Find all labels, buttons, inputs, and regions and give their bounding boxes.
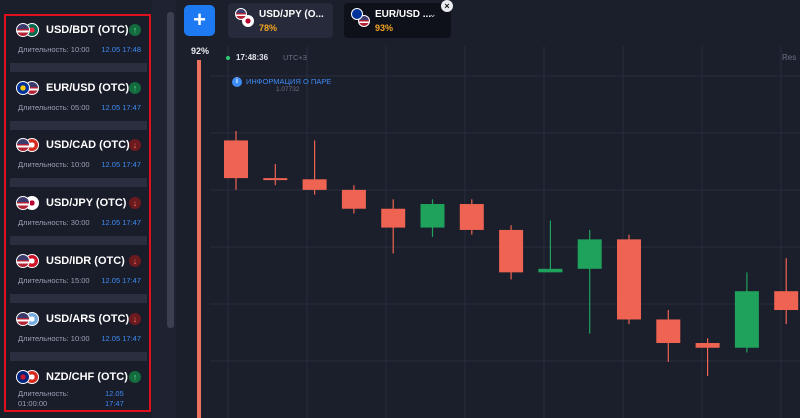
arrow-down-icon: ↓: [129, 139, 141, 151]
pair-flags-icon: [235, 8, 255, 28]
scrollbar-thumb[interactable]: [167, 12, 174, 328]
trade-duration: Длительность: 10:00: [18, 160, 90, 169]
chevron-down-icon[interactable]: ⌄: [429, 9, 437, 20]
trading-screen: USD/BDT (OTC) ↑ Длительность: 10:00 12.05 1…: [0, 0, 800, 418]
trade-pair-label: USD/CAD (OTC): [46, 139, 130, 151]
trade-pair-label: USD/ARS (OTC): [46, 313, 130, 325]
trade-duration: Длительность: 05:00: [18, 103, 90, 112]
trade-time: 12.05 17:47: [101, 218, 141, 227]
candle-body: [341, 189, 366, 209]
trade-card[interactable]: EUR/USD (OTC) ↑ Длительность: 05:00 12.05 1…: [10, 76, 147, 122]
pair-flags-icon: [16, 370, 40, 384]
arrow-down-icon: ↓: [129, 255, 141, 267]
chart-timezone: UTC+3: [283, 53, 307, 62]
flag-icon: [16, 254, 30, 268]
candle-body: [774, 291, 799, 311]
trade-card[interactable]: NZD/CHF (OTC) ↑ Длительность: 01:00:00 12.05…: [10, 365, 147, 410]
trade-duration: Длительность: 10:00: [18, 334, 90, 343]
trade-clock: 17:47: [105, 399, 124, 408]
info-icon[interactable]: i: [232, 77, 242, 87]
trade-card[interactable]: USD/JPY (OTC) ↓ Длительность: 30:00 12.05 1…: [10, 191, 147, 237]
trade-separator: [10, 121, 147, 130]
candle-body: [459, 204, 484, 230]
trade-card[interactable]: USD/ARS (OTC) ↓ Длительность: 10:00 12.05 1…: [10, 307, 147, 353]
arrow-up-icon: ↑: [129, 82, 141, 94]
payout-percent: 92%: [191, 46, 210, 56]
candle-body: [577, 239, 602, 269]
trade-time: 12.05 17:47: [101, 103, 141, 112]
trade-time: 12.05 17:48: [101, 45, 141, 54]
add-chart-button[interactable]: +: [184, 5, 215, 36]
trade-time: 12.05 17:47: [101, 334, 141, 343]
flag-icon: [16, 312, 30, 326]
trade-duration-value: 01:00:00: [18, 399, 48, 408]
chart-time: 17:48:36: [236, 53, 269, 62]
candle-body: [224, 140, 248, 179]
trade-card[interactable]: USD/BDT (OTC) ↑ Длительность: 10:00 12.05 1…: [10, 18, 147, 64]
tab-payout: 78%: [259, 23, 278, 33]
flag-icon: [16, 370, 30, 384]
arrow-up-icon: ↑: [129, 24, 141, 36]
trade-pair-label: USD/JPY (OTC): [46, 197, 127, 209]
trade-duration: Длительность: 30:00: [18, 218, 90, 227]
live-dot-icon: [226, 56, 230, 60]
pair-flags-icon: [16, 81, 40, 95]
candle-body: [656, 319, 681, 344]
candlestick-chart[interactable]: [210, 46, 800, 418]
trade-time: 12.05 17:47: [105, 389, 124, 409]
candle-body: [695, 343, 720, 348]
flag-icon: [16, 23, 30, 37]
open-trades-panel: USD/BDT (OTC) ↑ Длительность: 10:00 12.05 1…: [4, 14, 151, 412]
trade-time: 12.05 17:47: [101, 160, 141, 169]
trade-separator: [10, 178, 147, 187]
trade-separator: [10, 63, 147, 72]
trade-pair-label: USD/BDT (OTC): [46, 24, 129, 36]
trade-separator: [10, 352, 147, 361]
flag-icon: [16, 196, 30, 210]
tab-eur-usd[interactable]: EUR/USD ... 93% ⌄: [344, 3, 451, 38]
trade-time: 12.05 17:47: [101, 276, 141, 285]
pair-flags-icon: [16, 23, 40, 37]
trade-separator: [10, 236, 147, 245]
pair-flags-icon: [16, 138, 40, 152]
candle-body: [617, 239, 641, 320]
pair-info-link[interactable]: ИНФОРМАЦИЯ О ПАРЕ: [246, 77, 331, 86]
candle-body: [538, 268, 563, 273]
trade-card[interactable]: USD/CAD (OTC) ↓ Длительность: 10:00 12.05 1…: [10, 133, 147, 179]
arrow-down-icon: ↓: [129, 313, 141, 325]
chart-price: 1.07732: [276, 86, 300, 93]
trade-pair-label: USD/IDR (OTC): [46, 255, 125, 267]
candle-body: [381, 208, 406, 228]
trade-duration: Длительность: 15:00: [18, 276, 90, 285]
trade-pair-label: EUR/USD (OTC): [46, 82, 130, 94]
trade-separator: [10, 294, 147, 303]
pair-flags-icon: [16, 254, 40, 268]
candle-body: [263, 178, 288, 181]
pair-flags-icon: [16, 196, 40, 210]
trade-date: 12.05: [105, 389, 124, 398]
trade-duration: Длительность: 10:00: [18, 45, 90, 54]
trade-pair-label: NZD/CHF (OTC): [46, 371, 128, 383]
trade-card[interactable]: USD/IDR (OTC) ↓ Длительность: 15:00 12.05 1…: [10, 249, 147, 295]
arrow-down-icon: ↓: [129, 197, 141, 209]
flag-icon: [16, 81, 30, 95]
tab-pair-label: EUR/USD ...: [375, 9, 432, 20]
progress-fill: [197, 60, 201, 418]
candle-body: [734, 291, 759, 348]
tab-pair-label: USD/JPY (O...: [259, 9, 324, 20]
tab-usd-jpy[interactable]: USD/JPY (O... 78%: [228, 3, 333, 38]
pair-flags-icon: [351, 8, 371, 28]
arrow-up-icon: ↑: [129, 371, 141, 383]
pair-flags-icon: [16, 312, 40, 326]
candle-body: [499, 229, 524, 273]
flag-icon: [16, 138, 30, 152]
candle-body: [302, 179, 327, 190]
chart-right-hint: Res: [782, 53, 797, 62]
tab-payout: 93%: [375, 23, 394, 33]
candle-body: [420, 204, 445, 228]
trade-duration: Длительность: 01:00:00: [18, 389, 69, 409]
trade-duration-label: Длительность:: [18, 389, 69, 398]
close-icon[interactable]: ×: [441, 0, 453, 12]
